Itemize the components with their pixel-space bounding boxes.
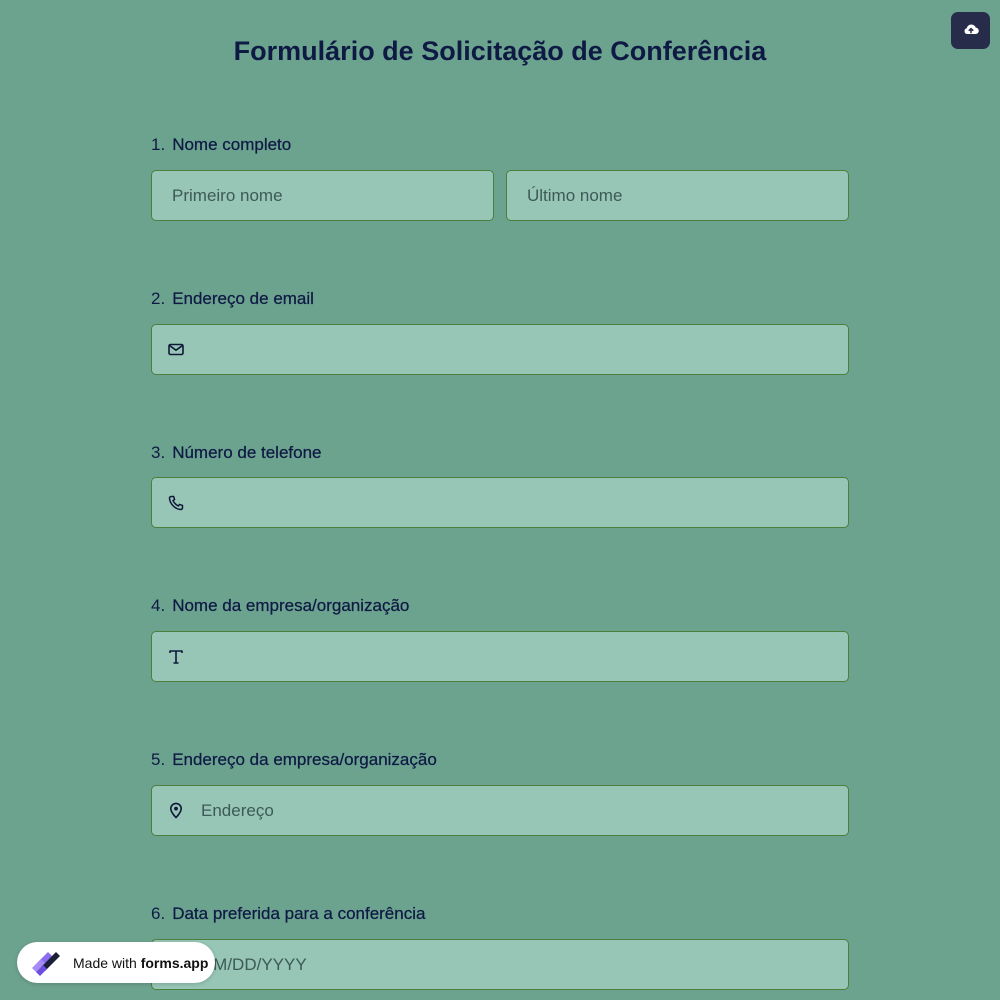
question-number: 2.	[151, 289, 166, 308]
last-name-field[interactable]	[506, 170, 849, 221]
question-label-email: 2. Endereço de email	[151, 289, 314, 309]
first-name-input[interactable]	[152, 171, 493, 220]
badge-prefix: Made with	[73, 954, 141, 971]
form-title: Formulário de Solicitação de Conferência	[233, 36, 767, 66]
made-with-forms-app-badge[interactable]: Made with forms.app	[17, 942, 215, 983]
question-label-company-name: 4. Nome da empresa/organização	[151, 596, 410, 616]
question-number: 1.	[151, 135, 166, 154]
question-label-company-address: 5. Endereço da empresa/organização	[151, 750, 437, 770]
company-name-field[interactable]	[151, 631, 849, 682]
date-field[interactable]	[151, 939, 849, 990]
phone-field[interactable]	[151, 477, 849, 528]
question-text: Nome completo	[172, 135, 292, 154]
question-number: 5.	[151, 750, 166, 769]
question-number: 4.	[151, 596, 166, 615]
question-label-phone: 3. Número de telefone	[151, 443, 322, 463]
question-text: Nome da empresa/organização	[172, 596, 410, 615]
first-name-field[interactable]	[151, 170, 494, 221]
mail-icon	[165, 339, 187, 361]
last-name-input[interactable]	[507, 171, 848, 220]
question-text: Endereço da empresa/organização	[172, 750, 437, 769]
company-name-input[interactable]	[201, 632, 848, 681]
map-pin-icon	[165, 800, 187, 822]
question-text: Número de telefone	[172, 443, 322, 462]
question-label-full-name: 1. Nome completo	[151, 135, 291, 155]
address-input[interactable]	[201, 786, 848, 835]
phone-icon	[165, 492, 187, 514]
question-label-preferred-date: 6. Data preferida para a conferência	[151, 904, 426, 924]
question-number: 6.	[151, 904, 166, 923]
text-t-icon	[165, 646, 187, 668]
email-field[interactable]	[151, 324, 849, 375]
phone-input[interactable]	[201, 478, 848, 527]
email-input[interactable]	[201, 325, 848, 374]
badge-brand: forms.app	[140, 954, 209, 971]
question-number: 3.	[151, 443, 166, 462]
forms-app-logo	[26, 947, 66, 979]
question-text: Endereço de email	[172, 289, 314, 308]
question-text: Data preferida para a conferência	[172, 904, 426, 923]
address-field[interactable]	[151, 785, 849, 836]
date-input[interactable]	[152, 940, 848, 989]
